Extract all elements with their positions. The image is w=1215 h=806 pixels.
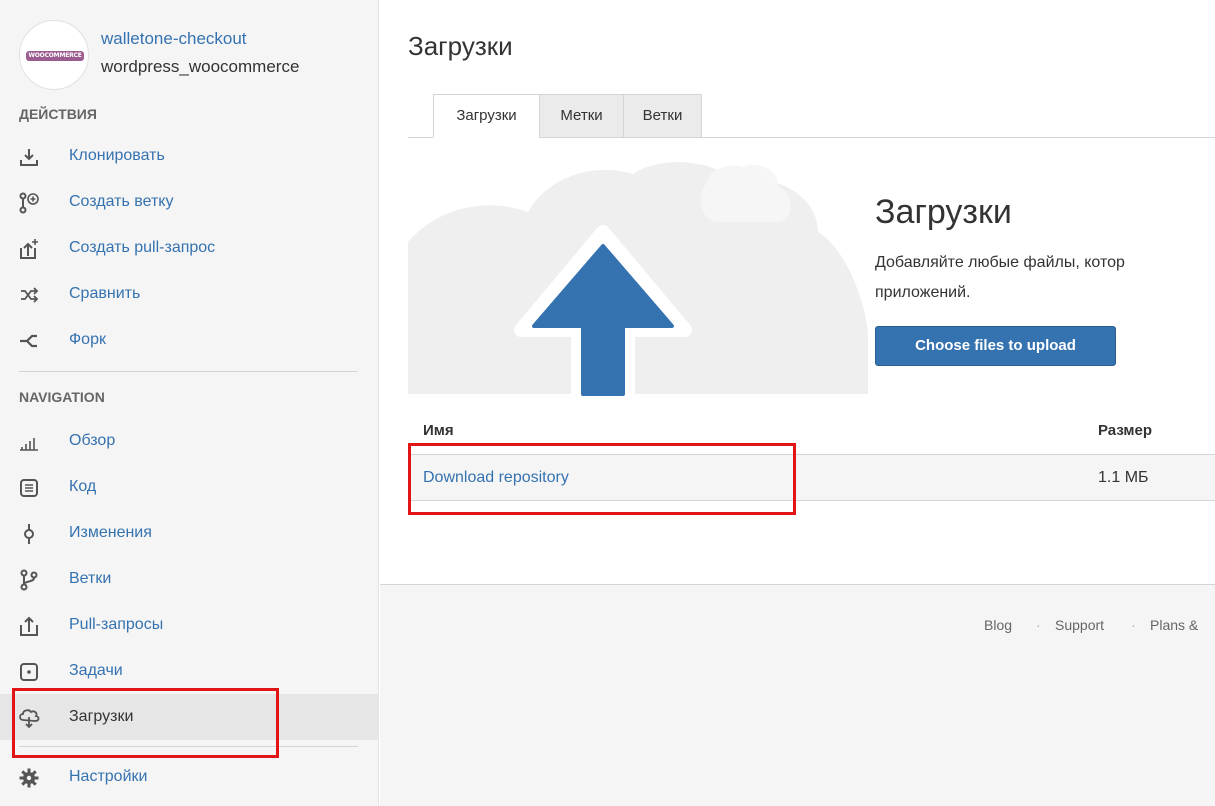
repo-name: wordpress_woocommerce <box>101 57 300 76</box>
sidebar-divider <box>19 746 358 747</box>
footer-link-plans[interactable]: Plans & <box>1150 617 1198 633</box>
file-size: 1.1 МБ <box>1098 469 1149 486</box>
sidebar-item-label: Загрузки <box>69 708 134 725</box>
sidebar-item-label: Pull-запросы <box>69 616 164 633</box>
settings-gear-icon <box>17 766 41 790</box>
sidebar-item-branches[interactable]: Ветки <box>0 556 379 602</box>
download-repository-link[interactable]: Download repository <box>423 455 569 501</box>
sidebar-item-code[interactable]: Код <box>0 464 379 510</box>
sidebar-item-compare[interactable]: Сравнить <box>0 271 379 317</box>
fork-icon <box>17 329 41 353</box>
sidebar-item-fork[interactable]: Форк <box>0 317 379 363</box>
sidebar-item-label: Обзор <box>69 432 116 449</box>
create-branch-icon <box>17 191 41 215</box>
sidebar-item-label: Клонировать <box>69 147 165 164</box>
woocommerce-logo: WOOCOMMERCE <box>26 51 84 61</box>
sidebar-item-commits[interactable]: Изменения <box>0 510 379 556</box>
sidebar-item-clone[interactable]: Клонировать <box>0 133 379 179</box>
sidebar-item-label: Форк <box>69 331 106 348</box>
clone-icon <box>17 145 41 169</box>
pull-requests-icon <box>17 614 41 638</box>
sidebar-item-downloads[interactable]: Загрузки <box>0 694 379 740</box>
downloads-icon <box>17 706 41 730</box>
footer-separator: · <box>1131 617 1136 633</box>
sidebar-item-settings[interactable]: Настройки <box>0 754 379 800</box>
hero-description: Добавляйте любые файлы, котор приложений… <box>875 254 1125 301</box>
sidebar-item-overview[interactable]: Обзор <box>0 418 379 464</box>
repo-avatar[interactable]: WOOCOMMERCE <box>19 20 89 90</box>
downloads-hero: Загрузки Добавляйте любые файлы, котор п… <box>408 162 1215 396</box>
sidebar-item-label: Создать ветку <box>69 193 174 210</box>
hero-title: Загрузки <box>875 193 1012 231</box>
branches-icon <box>17 568 41 592</box>
create-pull-request-icon <box>17 237 41 261</box>
choose-files-upload-button[interactable]: Choose files to upload <box>875 326 1116 366</box>
sidebar-item-pull-requests[interactable]: Pull-запросы <box>0 602 379 648</box>
repo-header: WOOCOMMERCE walletone-checkout wordpress… <box>0 0 379 90</box>
sidebar-item-create-pull-request[interactable]: Создать pull-запрос <box>0 225 379 271</box>
sidebar-divider <box>19 371 358 372</box>
footer-separator: · <box>1036 617 1041 633</box>
tab-branches[interactable]: Ветки <box>623 94 702 138</box>
overview-icon <box>17 430 41 454</box>
tab-tags[interactable]: Метки <box>539 94 624 138</box>
sidebar-item-label: Создать pull-запрос <box>69 239 216 256</box>
code-icon <box>17 476 41 500</box>
tab-downloads[interactable]: Загрузки <box>433 94 540 138</box>
sidebar-item-label: Настройки <box>69 768 148 785</box>
repo-owner-link[interactable]: walletone-checkout <box>101 29 247 49</box>
actions-heading: ДЕЙСТВИЯ <box>19 106 97 122</box>
column-header-name[interactable]: Имя <box>423 422 454 439</box>
commits-icon <box>17 522 41 546</box>
compare-icon <box>17 283 41 307</box>
navigation-heading: NAVIGATION <box>19 389 105 405</box>
footer: Blog · Support · Plans & <box>380 584 1215 806</box>
sidebar-item-label: Изменения <box>69 524 152 541</box>
sidebar: WOOCOMMERCE walletone-checkout wordpress… <box>0 0 379 806</box>
main-content: Загрузки Загрузки Метки Ветки Загрузки Д… <box>380 0 1215 806</box>
footer-link-blog[interactable]: Blog <box>984 617 1012 633</box>
sidebar-item-label: Ветки <box>69 570 112 587</box>
page-title: Загрузки <box>408 31 513 61</box>
issues-icon <box>17 660 41 684</box>
sidebar-item-label: Код <box>69 478 97 495</box>
sidebar-item-create-branch[interactable]: Создать ветку <box>0 179 379 225</box>
cloud-upload-illustration <box>408 162 868 396</box>
tabs: Загрузки Метки Ветки <box>408 94 1215 138</box>
table-row: Download repository 1.1 МБ <box>408 455 1215 501</box>
footer-link-support[interactable]: Support <box>1055 617 1104 633</box>
sidebar-item-issues[interactable]: Задачи <box>0 648 379 694</box>
sidebar-item-label: Сравнить <box>69 285 141 302</box>
column-header-size[interactable]: Размер <box>1098 422 1152 439</box>
sidebar-item-label: Задачи <box>69 662 123 679</box>
